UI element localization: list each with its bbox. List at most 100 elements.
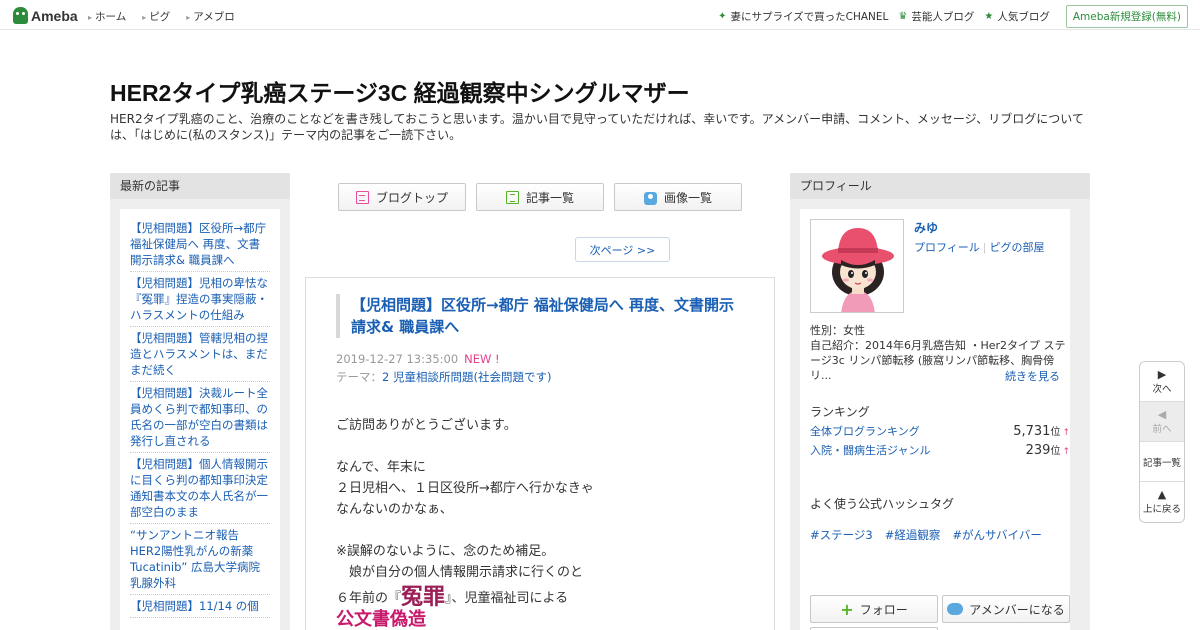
body-line: 娘が自分の個人情報開示請求に行くのと xyxy=(336,565,584,580)
back-to-top-button[interactable]: ▲ 上に戻る xyxy=(1140,482,1184,522)
article: 【児相問題】区役所→都庁 福祉保健局へ 再度、文書開示請求& 職員課へ 2019… xyxy=(305,277,775,630)
amember-button[interactable]: アメンバーになる xyxy=(942,595,1070,623)
document-icon xyxy=(355,190,369,204)
next-article-button[interactable]: ▶ 次へ xyxy=(1140,362,1184,402)
sparkle-icon: ✦ xyxy=(718,11,727,22)
recent-article-link[interactable]: 【児相問題】個人情報開示に目くら判の都知事印決定通知書本文の本人氏名が一部空白の… xyxy=(130,453,270,524)
top-bar: Ameba ホーム ピグ アメブロ ✦妻にサプライズで買ったCHANEL ♛芸能… xyxy=(0,0,1200,30)
profile-name[interactable]: みゆ xyxy=(914,219,938,236)
register-button[interactable]: Ameba新規登録(無料) xyxy=(1065,5,1188,28)
ranking-value: 5,731位 ↑ xyxy=(1013,423,1070,439)
recent-articles-list: 【児相問題】区役所→都庁 福祉保健局へ 再度、文書開示請求& 職員課へ 【児相問… xyxy=(120,209,280,630)
article-list-label: 記事一覧 xyxy=(1142,457,1181,469)
recent-article-link[interactable]: 【児相問題】決裁ルート全員めくら判で都知事印、の氏名の一部が空白の書類は発行し直… xyxy=(130,382,270,453)
nav-pigg[interactable]: ピグ xyxy=(142,9,170,24)
top-link-label: 人気ブログ xyxy=(997,11,1050,23)
plus-icon: + xyxy=(840,599,854,619)
hashtag-link[interactable]: #ステージ3 xyxy=(810,527,873,543)
emphasized-word: 冤罪 xyxy=(401,585,446,610)
star-icon: ★ xyxy=(984,11,994,22)
ranking-row: 全体ブログランキング 5,731位 ↑ xyxy=(810,423,1070,439)
tab-label: ブログトップ xyxy=(375,190,448,205)
profile-card: みゆ プロフィール | ピグの部屋 性別：女性 自己紹介：2014年6月乳癌告知 ・… xyxy=(800,209,1070,630)
rank-unit: 位 xyxy=(1050,427,1061,438)
next-label: 次へ xyxy=(1152,383,1172,395)
floating-side-nav: ▶ 次へ ◀ 前へ 記事一覧 ▲ 上に戻る xyxy=(1139,361,1185,523)
hashtag-link[interactable]: #経過観察 xyxy=(885,527,941,543)
emphasized-line: 公文書偽造 xyxy=(336,609,426,630)
body-line: ご訪問ありがとうございます。 xyxy=(336,418,517,433)
rank-number: 239 xyxy=(1025,443,1051,458)
body-line: なんで、年末に xyxy=(336,460,426,475)
top-nav: ホーム ピグ アメブロ xyxy=(88,9,251,24)
tab-label: 記事一覧 xyxy=(525,190,574,205)
avatar[interactable] xyxy=(810,219,904,313)
separator: | xyxy=(982,241,987,254)
article-body: ご訪問ありがとうございます。 なんで、年末に ２日児相へ、１日区役所→都庁へ行か… xyxy=(336,415,756,630)
theme-link[interactable]: 2 児童相談所問題(社会問題です) xyxy=(382,370,551,384)
recent-article-link[interactable]: “サンアントニオ報告 HER2陽性乳がんの新薬Tucatinib” 広島大学病院… xyxy=(130,524,270,595)
ranking-label[interactable]: 全体ブログランキング xyxy=(810,423,920,439)
profile-sex: 性別：女性 xyxy=(810,324,865,337)
body-text: 』、児童福祉司による xyxy=(445,591,569,606)
speech-bubble-icon xyxy=(947,603,964,615)
blog-description: HER2タイプ乳癌のこと、治療のことなどを書き残しておこうと思います。温かい目で… xyxy=(110,112,1084,142)
recent-article-link[interactable]: 【児相問題】児相の卑怯な『冤罪』捏造の事実隠蔽・ハラスメントの仕組み xyxy=(130,272,270,327)
hashtag-link[interactable]: #がんサバイバー xyxy=(952,527,1041,543)
recent-article-link[interactable]: 【児相問題】11/14 の個 xyxy=(130,595,270,618)
tab-article-list[interactable]: 記事一覧 xyxy=(476,183,604,211)
ranking-value: 239位 ↑ xyxy=(1026,442,1070,458)
article-meta: 2019-12-27 13:35:00 NEW ! xyxy=(336,352,500,366)
blog-title[interactable]: HER2タイプ乳癌ステージ3C 経過観察中シングルマザー xyxy=(110,74,690,108)
body-line: ６年前の『冤罪』、児童福祉司による xyxy=(336,587,756,609)
article-theme: テーマ：2 児童相談所問題(社会問題です) xyxy=(336,369,551,385)
recent-articles-heading: 最新の記事 xyxy=(110,173,290,199)
article-title[interactable]: 【児相問題】区役所→都庁 福祉保健局へ 再度、文書開示請求& 職員課へ xyxy=(336,294,746,338)
crown-icon: ♛ xyxy=(898,11,908,22)
top-link-label: 芸能人ブログ xyxy=(911,11,975,23)
list-icon xyxy=(505,190,519,204)
top-link-chanel[interactable]: ✦ 妻にサプライズで買ったCHANEL xyxy=(718,9,888,24)
profile-links: プロフィール | ピグの部屋 xyxy=(914,239,1045,255)
body-text: ６年前の『 xyxy=(336,591,402,606)
back-to-top-label: 上に戻る xyxy=(1142,504,1181,515)
top-right-links: ✦ 妻にサプライズで買ったCHANEL ♛ 芸能人ブログ ★ 人気ブログ Ameba新… xyxy=(718,5,1188,28)
recent-article-link[interactable]: 【児相問題】管轄児相の捏造とハラスメントは、まだまだ続く xyxy=(130,327,270,382)
prev-label: 前へ xyxy=(1152,423,1172,435)
prev-article-button[interactable]: ◀ 前へ xyxy=(1140,402,1184,442)
triangle-right-icon: ▶ xyxy=(1157,367,1167,381)
nav-home[interactable]: ホーム xyxy=(88,9,126,24)
rank-unit: 位 xyxy=(1050,446,1061,457)
top-link-celebrity[interactable]: ♛ 芸能人ブログ xyxy=(898,9,974,24)
blog-tabs: ブログトップ 記事一覧 画像一覧 xyxy=(338,183,742,211)
top-link-popular[interactable]: ★ 人気ブログ xyxy=(984,9,1049,24)
article-list-button[interactable]: 記事一覧 xyxy=(1140,442,1184,482)
profile-heading: プロフィール xyxy=(790,173,1090,199)
read-more-link[interactable]: 続きを見る xyxy=(1005,368,1060,384)
profile-link[interactable]: プロフィール xyxy=(914,241,980,254)
amember-label: アメンバーになる xyxy=(969,602,1065,617)
nav-ameblo[interactable]: アメブロ xyxy=(186,9,234,24)
body-line: ２日児相へ、１日区役所→都庁へ行かなきゃ xyxy=(336,481,594,496)
tab-label: 画像一覧 xyxy=(663,190,712,205)
recent-article-link[interactable]: 【児相問題】区役所→都庁 福祉保健局へ 再度、文書開示請求& 職員課へ xyxy=(130,217,270,272)
triangle-up-icon: ▲ xyxy=(1157,488,1167,501)
tab-blog-top[interactable]: ブログトップ xyxy=(338,183,466,211)
triangle-left-icon: ◀ xyxy=(1157,407,1167,421)
ameba-logo-icon xyxy=(13,7,28,24)
hashtag-heading: よく使う公式ハッシュタグ xyxy=(810,497,955,511)
rank-number: 5,731 xyxy=(1013,424,1051,439)
logo-text: Ameba xyxy=(31,7,78,24)
ranking-label[interactable]: 入院・闘病生活ジャンル xyxy=(810,442,930,458)
article-date: 2019-12-27 13:35:00 xyxy=(336,352,459,366)
ranking-row: 入院・闘病生活ジャンル 239位 ↑ xyxy=(810,442,1070,458)
follow-button[interactable]: + フォロー xyxy=(810,595,938,623)
profile-panel: プロフィール みゆ プロフィール | ピグの部屋 性別：女性 自己紹介：2014… xyxy=(790,173,1090,630)
follow-label: フォロー xyxy=(859,602,908,617)
next-page-button[interactable]: 次ページ >> xyxy=(575,237,670,262)
theme-label: テーマ： xyxy=(336,370,382,384)
ameba-logo[interactable]: Ameba xyxy=(13,7,78,24)
pigg-room-link[interactable]: ピグの部屋 xyxy=(990,241,1045,254)
recent-articles-panel: 最新の記事 【児相問題】区役所→都庁 福祉保健局へ 再度、文書開示請求& 職員課… xyxy=(110,173,290,630)
tab-image-list[interactable]: 画像一覧 xyxy=(614,183,742,211)
